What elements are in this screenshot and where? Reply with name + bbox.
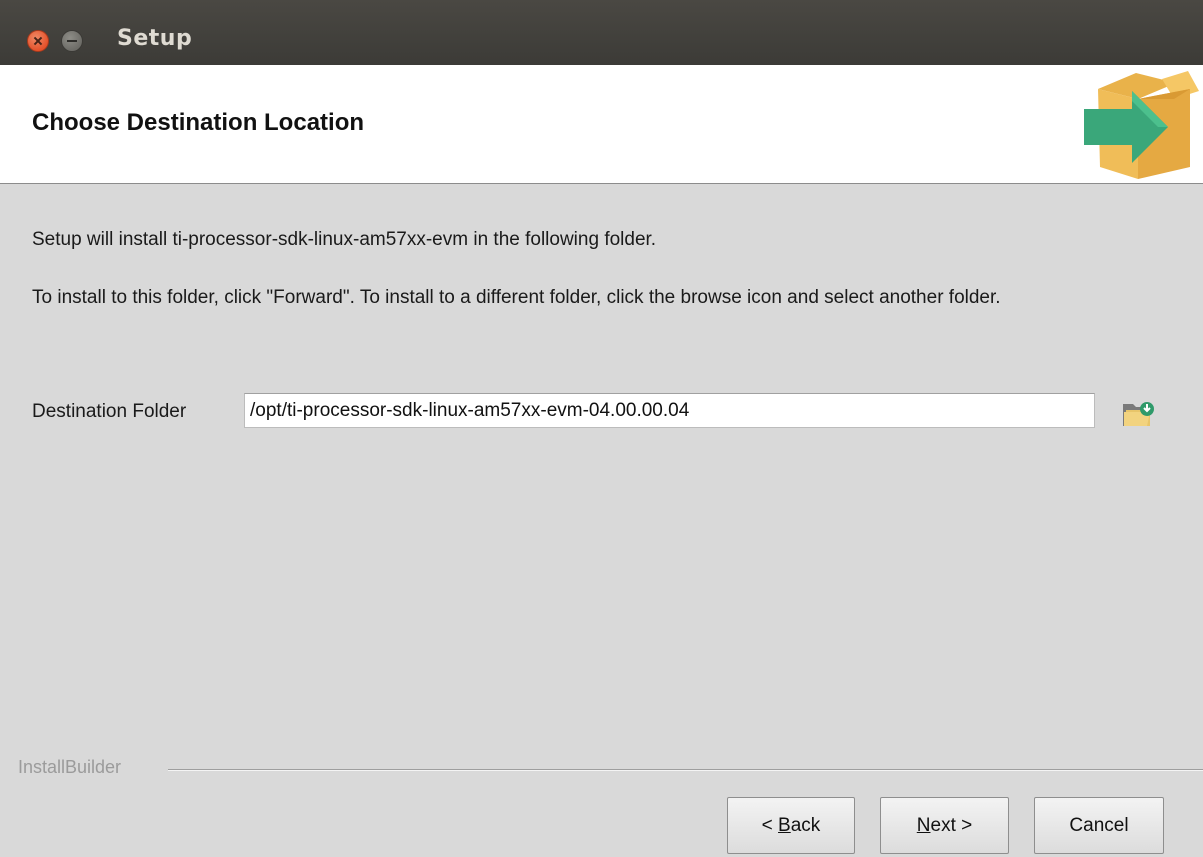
- intro-text: Setup will install ti-processor-sdk-linu…: [32, 229, 657, 250]
- title-bar[interactable]: Setup: [0, 0, 1203, 65]
- install-box-arrow-icon: [1084, 71, 1199, 179]
- installbuilder-brand: InstallBuilder: [18, 757, 122, 777]
- footer-divider: [168, 769, 1203, 771]
- setup-window: Setup Choose Destination Location Setup …: [0, 0, 1203, 857]
- page-header: Choose Destination Location: [0, 65, 1203, 184]
- back-mnemonic: B: [778, 814, 791, 836]
- back-button[interactable]: < Back: [727, 797, 855, 854]
- destination-folder-input[interactable]: [244, 393, 1095, 428]
- folder-browse-icon[interactable]: [1120, 398, 1156, 430]
- minimize-window-button[interactable]: [61, 30, 83, 52]
- instruction-text: To install to this folder, click "Forwar…: [32, 287, 1001, 308]
- destination-folder-label: Destination Folder: [32, 401, 187, 422]
- close-window-button[interactable]: [27, 30, 49, 52]
- cancel-button[interactable]: Cancel: [1034, 797, 1164, 854]
- window-title: Setup: [117, 26, 193, 51]
- page-title: Choose Destination Location: [32, 109, 365, 136]
- next-mnemonic: N: [916, 814, 931, 836]
- next-button[interactable]: Next >: [880, 797, 1009, 854]
